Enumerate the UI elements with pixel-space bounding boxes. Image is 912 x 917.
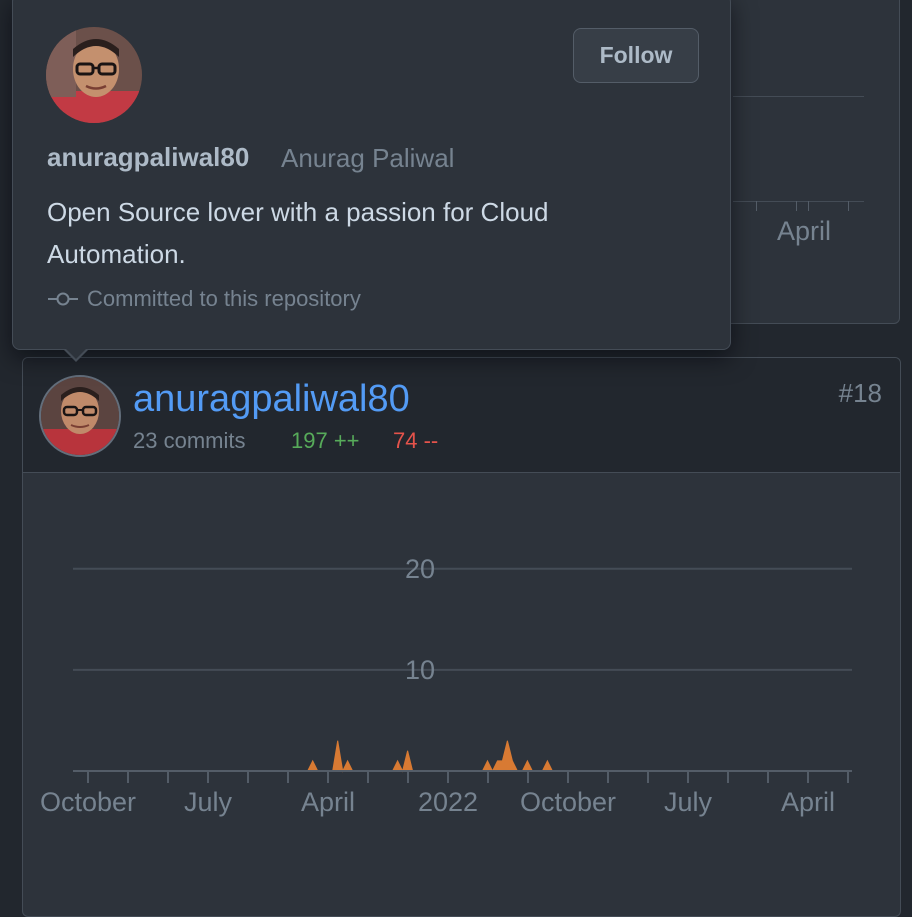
background-axis-line (733, 201, 864, 202)
hovercard-commit-note: Committed to this repository (47, 286, 361, 312)
x-tick-label: July (184, 787, 233, 817)
background-axis-tick (796, 201, 797, 211)
git-commit-icon (48, 292, 78, 306)
x-tick-label: 2022 (418, 787, 478, 817)
x-tick-label: April (301, 787, 355, 817)
hovercard-bio: Open Source lover with a passion for Clo… (47, 197, 549, 269)
commit-area (73, 740, 852, 773)
background-axis-tick (756, 201, 757, 211)
hovercard-full-name: Anurag Paliwal (281, 143, 455, 173)
user-hovercard: Follow anuragpaliwal80 Anurag Paliwal Op… (12, 0, 731, 350)
commit-note-label: Committed to this repository (87, 286, 361, 311)
background-axis-tick (808, 201, 809, 211)
follow-button[interactable]: Follow (573, 28, 699, 83)
background-gridline (733, 96, 864, 97)
contributor-card: anuragpaliwal80 23 commits 197 ++ 74 -- … (22, 357, 901, 917)
y-tick-label: 10 (405, 655, 435, 685)
y-tick-label: 20 (405, 554, 435, 584)
hovercard-caret-fill (65, 348, 87, 359)
x-tick-label: October (520, 787, 616, 817)
background-axis-tick (848, 201, 849, 211)
hovercard-login[interactable]: anuragpaliwal80 (47, 142, 249, 173)
x-tick-label: April (781, 787, 835, 817)
x-tick-label: July (664, 787, 713, 817)
x-tick-label: October (40, 787, 136, 817)
background-month-label: April (777, 216, 832, 246)
commit-activity-chart: 10 20 October July April 2022 October July April (40, 554, 852, 817)
hovercard-avatar[interactable] (46, 27, 142, 123)
